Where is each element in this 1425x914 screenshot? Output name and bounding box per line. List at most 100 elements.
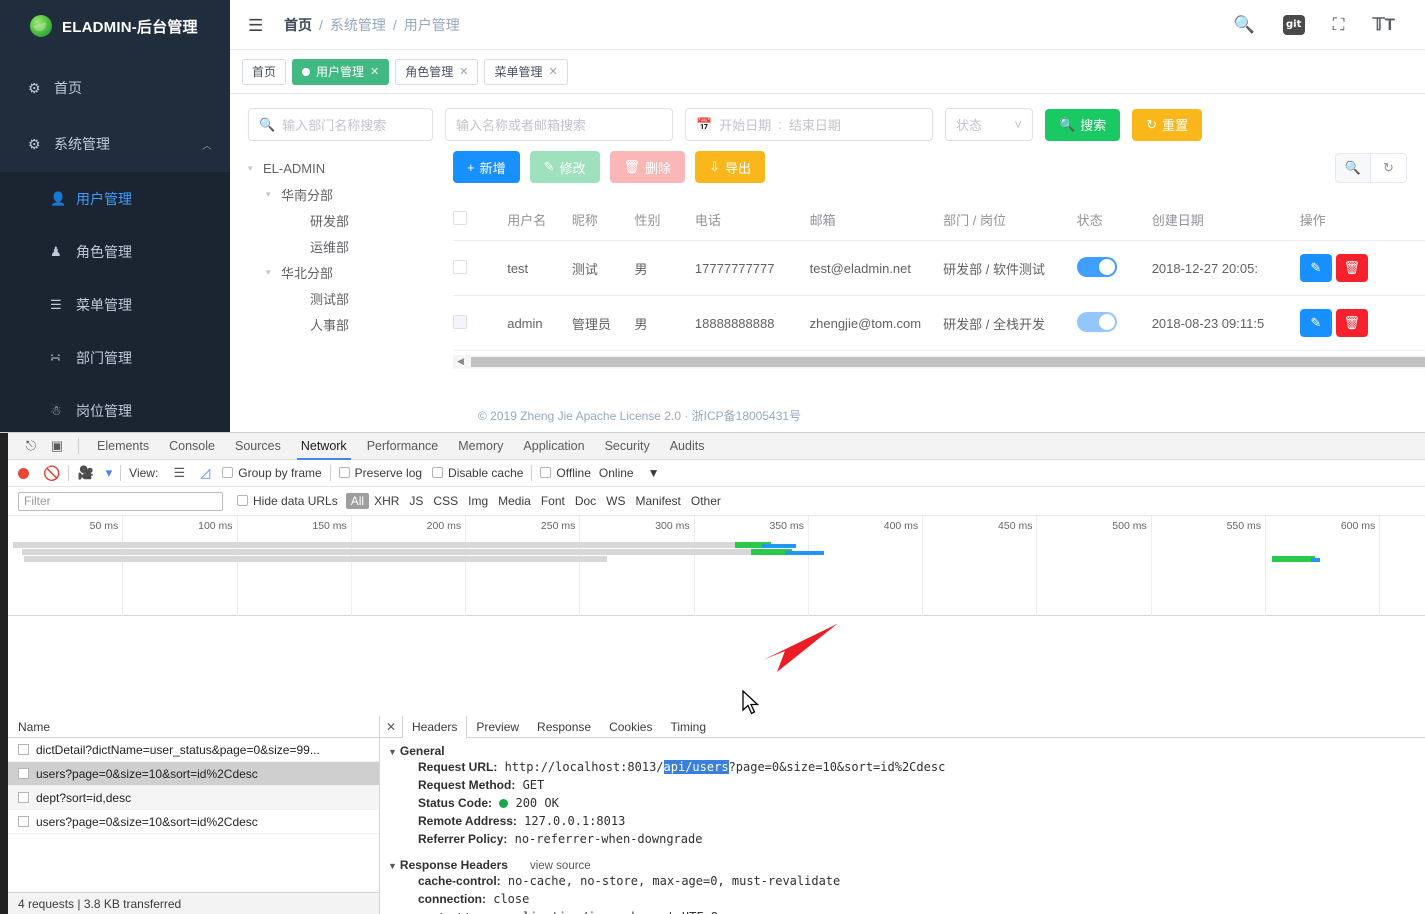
- request-list-item[interactable]: dept?sort=id,desc: [8, 786, 379, 810]
- delete-button[interactable]: 🗑 删除: [609, 151, 686, 183]
- close-icon[interactable]: ✕: [380, 720, 402, 734]
- request-list-item[interactable]: users?page=0&size=10&sort=id%2Cdesc: [8, 762, 379, 786]
- git-icon[interactable]: git: [1282, 14, 1305, 35]
- scroll-left-icon[interactable]: ◀: [457, 356, 464, 367]
- tab-security[interactable]: Security: [595, 433, 660, 460]
- resource-type-doc[interactable]: Doc: [570, 494, 601, 508]
- dept-search-input[interactable]: 🔍 输入部门名称搜索: [248, 108, 433, 141]
- tab-user-management[interactable]: 用户管理 ✕: [292, 58, 390, 85]
- tree-node[interactable]: ▾ 华北分部: [248, 259, 453, 285]
- resource-type-all[interactable]: All: [345, 493, 370, 509]
- general-section-header[interactable]: ▼ General: [388, 744, 1425, 758]
- disable-cache-toggle[interactable]: Disable cache: [432, 466, 523, 480]
- search-icon[interactable]: 🔍: [1234, 15, 1255, 35]
- row-delete-button[interactable]: 🗑: [1335, 309, 1368, 337]
- resource-type-manifest[interactable]: Manifest: [631, 494, 686, 508]
- checkbox[interactable]: [222, 467, 234, 478]
- checkbox[interactable]: [432, 467, 444, 478]
- sidebar-item-departments[interactable]: ∺ 部门管理: [0, 331, 230, 384]
- refresh-icon[interactable]: ↻: [1371, 153, 1407, 183]
- caret-down-icon[interactable]: ▼: [388, 747, 397, 757]
- throttling-dropdown-icon[interactable]: ▼: [648, 466, 660, 480]
- response-headers-header[interactable]: ▼ Response Headers view source: [388, 858, 1425, 872]
- tab-home[interactable]: 首页: [242, 58, 287, 85]
- search-button[interactable]: 🔍 搜索: [1045, 108, 1121, 141]
- checkbox[interactable]: [237, 495, 248, 506]
- reset-button[interactable]: ↻ 重置: [1132, 108, 1203, 141]
- close-icon[interactable]: ✕: [459, 65, 468, 78]
- hide-data-urls-toggle[interactable]: Hide data URLs: [237, 494, 338, 508]
- caret-down-icon[interactable]: ▾: [266, 267, 276, 278]
- close-icon[interactable]: ✕: [370, 65, 379, 78]
- online-label[interactable]: Online: [599, 466, 634, 480]
- table-horizontal-scrollbar[interactable]: ◀: [453, 355, 1425, 369]
- resource-type-js[interactable]: JS: [404, 494, 428, 508]
- sidebar-item-menus[interactable]: ☰ 菜单管理: [0, 278, 230, 331]
- tree-node-root[interactable]: ▾ EL-ADMIN: [248, 155, 453, 181]
- table-row[interactable]: test 测试 男 17777777777 test@eladmin.net 研…: [453, 240, 1425, 296]
- group-by-frame-toggle[interactable]: Group by frame: [222, 466, 322, 480]
- row-edit-button[interactable]: ✎: [1299, 254, 1332, 282]
- inspect-element-icon[interactable]: ⎋: [18, 435, 44, 457]
- tab-audits[interactable]: Audits: [660, 433, 715, 460]
- sidebar-item-jobs[interactable]: ☃ 岗位管理: [0, 384, 230, 432]
- request-list-item[interactable]: users?page=0&size=10&sort=id%2Cdesc: [8, 810, 379, 834]
- tree-node[interactable]: 研发部: [248, 207, 453, 233]
- filter-input[interactable]: Filter: [18, 491, 223, 511]
- tree-node[interactable]: 运维部: [248, 233, 453, 259]
- resource-type-ws[interactable]: WS: [601, 494, 630, 508]
- sidebar-item-roles[interactable]: ♟ 角色管理: [0, 225, 230, 278]
- column-search-icon[interactable]: 🔍: [1335, 153, 1371, 183]
- breadcrumb-item-home[interactable]: 首页: [284, 15, 312, 35]
- checkbox[interactable]: [338, 467, 350, 478]
- request-list-item[interactable]: dictDetail?dictName=user_status&page=0&s…: [8, 738, 379, 762]
- scrollbar-thumb[interactable]: [471, 357, 1425, 367]
- tree-node[interactable]: 人事部: [248, 311, 453, 337]
- resource-type-font[interactable]: Font: [536, 494, 570, 508]
- sidebar-item-users[interactable]: 👤 用户管理: [0, 172, 230, 225]
- network-overview-timeline[interactable]: 50 ms 100 ms 150 ms 200 ms 250 ms 300 ms 350 m…: [8, 516, 1425, 616]
- preserve-log-toggle[interactable]: Preserve log: [338, 466, 422, 480]
- record-button[interactable]: [18, 467, 29, 479]
- status-toggle[interactable]: [1076, 256, 1117, 277]
- tab-performance[interactable]: Performance: [357, 433, 449, 460]
- sidebar-logo[interactable]: ELADMIN-后台管理: [0, 0, 230, 52]
- resource-type-xhr[interactable]: XHR: [369, 494, 404, 508]
- tab-timing[interactable]: Timing: [661, 716, 715, 738]
- sidebar-item-home[interactable]: ⚙︎ 首页: [0, 60, 230, 116]
- fullscreen-icon[interactable]: ⛶: [1333, 15, 1345, 35]
- checkbox[interactable]: [540, 467, 552, 478]
- waterfall-view-icon[interactable]: ◿: [192, 462, 218, 484]
- table-row[interactable]: admin 管理员 男 18888888888 zhengjie@tom.com…: [453, 295, 1425, 351]
- font-size-icon[interactable]: 𝕋T: [1373, 15, 1395, 35]
- date-range-input[interactable]: 📅 开始日期 : 结束日期: [685, 108, 933, 141]
- tab-network[interactable]: Network: [291, 433, 357, 460]
- tab-elements[interactable]: Elements: [87, 433, 159, 460]
- resource-type-other[interactable]: Other: [686, 494, 726, 508]
- tab-application[interactable]: Application: [513, 433, 594, 460]
- tab-preview[interactable]: Preview: [467, 716, 528, 738]
- row-checkbox[interactable]: [453, 259, 467, 274]
- list-view-icon[interactable]: ☰: [166, 462, 192, 484]
- camera-icon[interactable]: 🎥: [77, 465, 93, 481]
- device-toolbar-icon[interactable]: ▣: [44, 435, 70, 457]
- filter-icon[interactable]: ▾︎: [106, 465, 113, 481]
- tab-menu-management[interactable]: 菜单管理 ✕: [484, 58, 568, 85]
- request-list-header[interactable]: Name: [8, 716, 379, 738]
- breadcrumb-item-system[interactable]: 系统管理: [330, 15, 386, 35]
- resource-type-media[interactable]: Media: [493, 494, 536, 508]
- caret-down-icon[interactable]: ▾: [266, 189, 276, 200]
- status-select[interactable]: 状态 ˅: [945, 108, 1033, 141]
- tab-headers[interactable]: Headers: [402, 716, 468, 738]
- add-button[interactable]: + 新增: [453, 151, 520, 183]
- tab-memory[interactable]: Memory: [448, 433, 513, 460]
- select-all-checkbox[interactable]: [453, 211, 467, 225]
- row-delete-button[interactable]: 🗑: [1335, 254, 1368, 282]
- status-toggle[interactable]: [1076, 311, 1117, 332]
- offline-toggle[interactable]: Offline: [540, 466, 591, 480]
- caret-down-icon[interactable]: ▾: [248, 163, 258, 174]
- tab-cookies[interactable]: Cookies: [600, 716, 661, 738]
- sidebar-item-system[interactable]: ⚙ 系统管理 ︿: [0, 116, 230, 172]
- tab-response[interactable]: Response: [528, 716, 600, 738]
- close-icon[interactable]: ✕: [549, 65, 558, 78]
